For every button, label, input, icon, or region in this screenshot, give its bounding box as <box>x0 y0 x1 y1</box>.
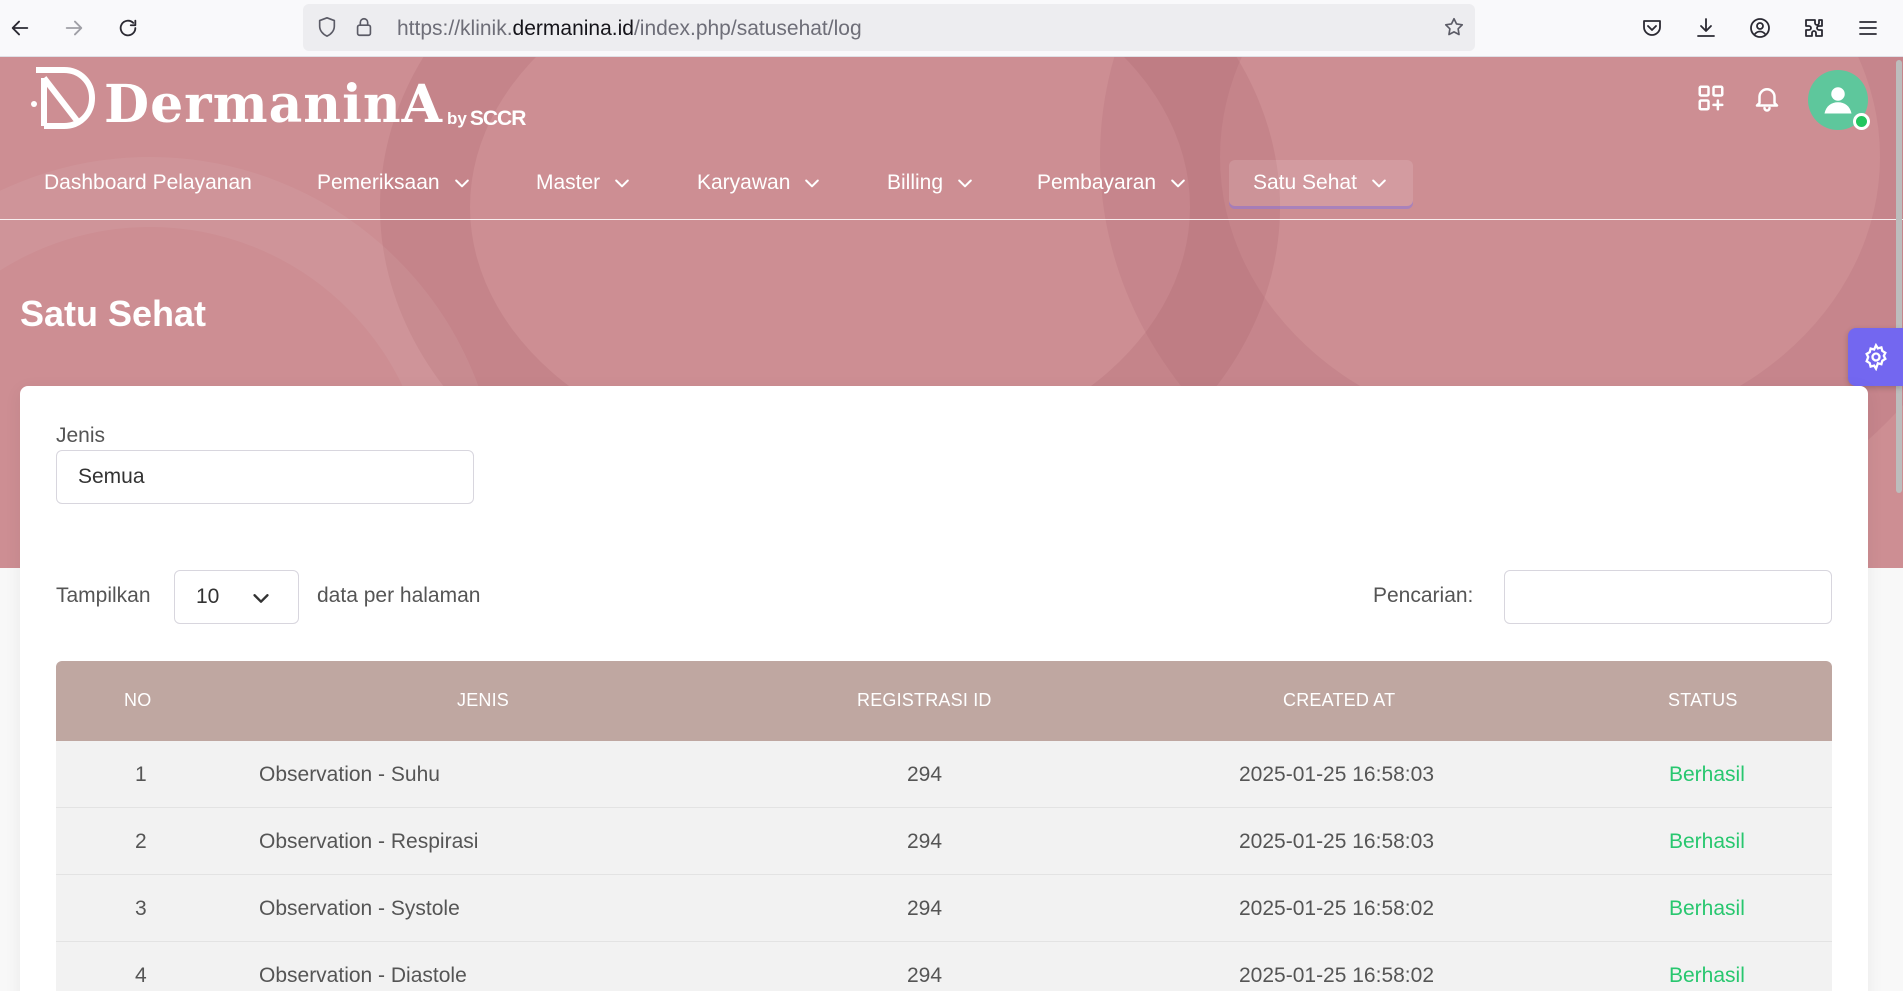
column-header-status[interactable]: STATUS <box>1668 690 1738 711</box>
lock-icon[interactable] <box>353 16 375 43</box>
column-header-no[interactable]: NO <box>124 690 151 711</box>
chevron-down-icon <box>454 179 469 188</box>
table-header: NO JENIS REGISTRASI ID CREATED AT STATUS <box>56 661 1832 741</box>
table-row: 2 Observation - Respirasi 294 2025-01-25… <box>56 808 1832 875</box>
logo-mark-icon <box>31 67 96 129</box>
page-scrollbar[interactable] <box>1896 60 1902 493</box>
cell-registrasi-id: 294 <box>907 964 943 987</box>
page-title: Satu Sehat <box>20 293 207 334</box>
table-row: 4 Observation - Diastole 294 2025-01-25 … <box>56 942 1832 991</box>
nav-pemeriksaan[interactable]: Pemeriksaan <box>317 160 472 206</box>
reload-icon[interactable] <box>113 13 143 43</box>
nav-label: Pembayaran <box>1037 171 1157 194</box>
partner-logo: SCCR <box>469 107 527 130</box>
url-domain: dermanina.id <box>512 17 634 40</box>
chevron-down-icon <box>615 179 630 188</box>
cell-no: 4 <box>135 964 147 987</box>
chevron-down-icon <box>1372 179 1386 188</box>
url-prefix: https://klinik. <box>397 17 513 40</box>
cell-status: Berhasil <box>1669 763 1745 786</box>
nav-karyawan[interactable]: Karyawan <box>697 160 822 206</box>
jenis-selected-value: Semua <box>78 465 145 488</box>
column-header-jenis[interactable]: JENIS <box>457 690 509 711</box>
brand-name: DermaninA <box>104 74 444 135</box>
cell-no: 1 <box>135 763 147 786</box>
back-arrow-icon[interactable] <box>5 13 35 43</box>
log-table: NO JENIS REGISTRASI ID CREATED AT STATUS… <box>56 661 1832 991</box>
nav-pembayaran[interactable]: Pembayaran <box>1037 160 1188 206</box>
brand-by: by <box>447 109 467 128</box>
cell-registrasi-id: 294 <box>907 763 943 786</box>
cell-status: Berhasil <box>1669 964 1745 987</box>
nav-label: Dashboard Pelayanan <box>44 171 252 194</box>
nav-label: Satu Sehat <box>1253 171 1357 194</box>
brand-logo[interactable]: DermaninA by SCCR <box>30 64 527 136</box>
chevron-down-icon <box>253 594 269 603</box>
page-length-suffix: data per halaman <box>317 584 481 607</box>
search-label: Pencarian: <box>1373 584 1474 607</box>
pocket-icon[interactable] <box>1638 14 1666 42</box>
browser-toolbar: https://klinik.dermanina.id/index.php/sa… <box>0 0 1903 57</box>
cell-registrasi-id: 294 <box>907 897 943 920</box>
nav-satu-sehat[interactable]: Satu Sehat <box>1229 160 1413 206</box>
cell-jenis: Observation - Suhu <box>259 763 440 786</box>
address-bar[interactable]: https://klinik.dermanina.id/index.php/sa… <box>303 4 1475 51</box>
jenis-select[interactable]: Semua <box>56 450 474 504</box>
online-status-dot <box>1853 113 1870 130</box>
forward-arrow-icon[interactable] <box>59 13 89 43</box>
account-icon[interactable] <box>1746 14 1774 42</box>
nav-label: Billing <box>887 171 944 194</box>
cell-jenis: Observation - Systole <box>259 897 460 920</box>
table-row: 3 Observation - Systole 294 2025-01-25 1… <box>56 875 1832 942</box>
cell-jenis: Observation - Diastole <box>259 964 467 987</box>
cell-status: Berhasil <box>1669 830 1745 853</box>
cell-created-at: 2025-01-25 16:58:03 <box>1239 830 1434 853</box>
cell-status: Berhasil <box>1669 897 1745 920</box>
nav-master[interactable]: Master <box>536 160 632 206</box>
nav-label: Master <box>536 171 601 194</box>
page-length-select[interactable]: 10 <box>174 570 299 624</box>
cell-created-at: 2025-01-25 16:58:02 <box>1239 964 1434 987</box>
cell-created-at: 2025-01-25 16:58:02 <box>1239 897 1434 920</box>
column-header-registrasi-id[interactable]: REGISTRASI ID <box>857 690 992 711</box>
cell-created-at: 2025-01-25 16:58:03 <box>1239 763 1434 786</box>
shield-icon[interactable] <box>316 16 338 43</box>
url-path: /index.php/satusehat/log <box>633 17 862 40</box>
page-length-label: Tampilkan <box>56 584 151 607</box>
column-header-created-at[interactable]: CREATED AT <box>1283 690 1395 711</box>
bell-icon[interactable] <box>1752 83 1782 118</box>
download-icon[interactable] <box>1692 14 1720 42</box>
customizer-toggle[interactable] <box>1848 328 1903 386</box>
jenis-label: Jenis <box>56 424 106 447</box>
page-length-value: 10 <box>196 585 220 608</box>
hamburger-menu-icon[interactable] <box>1854 14 1882 42</box>
log-card: Jenis Semua Tampilkan 10 data per halama… <box>20 386 1868 991</box>
url-text[interactable]: https://klinik.dermanina.id/index.php/sa… <box>397 17 862 41</box>
chevron-down-icon <box>1171 179 1185 188</box>
nav-divider <box>0 219 1903 220</box>
main-navigation: Dashboard Pelayanan Pemeriksaan Master K… <box>0 150 1903 220</box>
nav-label: Pemeriksaan <box>317 171 440 194</box>
cell-registrasi-id: 294 <box>907 830 943 853</box>
search-input[interactable] <box>1504 570 1832 624</box>
apps-grid-icon[interactable] <box>1696 83 1726 118</box>
user-avatar[interactable] <box>1808 70 1870 130</box>
user-icon <box>1824 87 1852 114</box>
cell-jenis: Observation - Respirasi <box>259 830 479 853</box>
nav-dashboard-pelayanan[interactable]: Dashboard Pelayanan <box>44 160 252 206</box>
chevron-down-icon <box>958 179 972 188</box>
cell-no: 3 <box>135 897 147 920</box>
extensions-icon[interactable] <box>1800 14 1828 42</box>
gear-icon <box>1864 343 1887 371</box>
table-row: 1 Observation - Suhu 294 2025-01-25 16:5… <box>56 741 1832 808</box>
bookmark-star-icon[interactable] <box>1443 16 1465 43</box>
cell-no: 2 <box>135 830 147 853</box>
nav-label: Karyawan <box>697 171 791 194</box>
chevron-down-icon <box>805 179 820 188</box>
nav-billing[interactable]: Billing <box>887 160 975 206</box>
